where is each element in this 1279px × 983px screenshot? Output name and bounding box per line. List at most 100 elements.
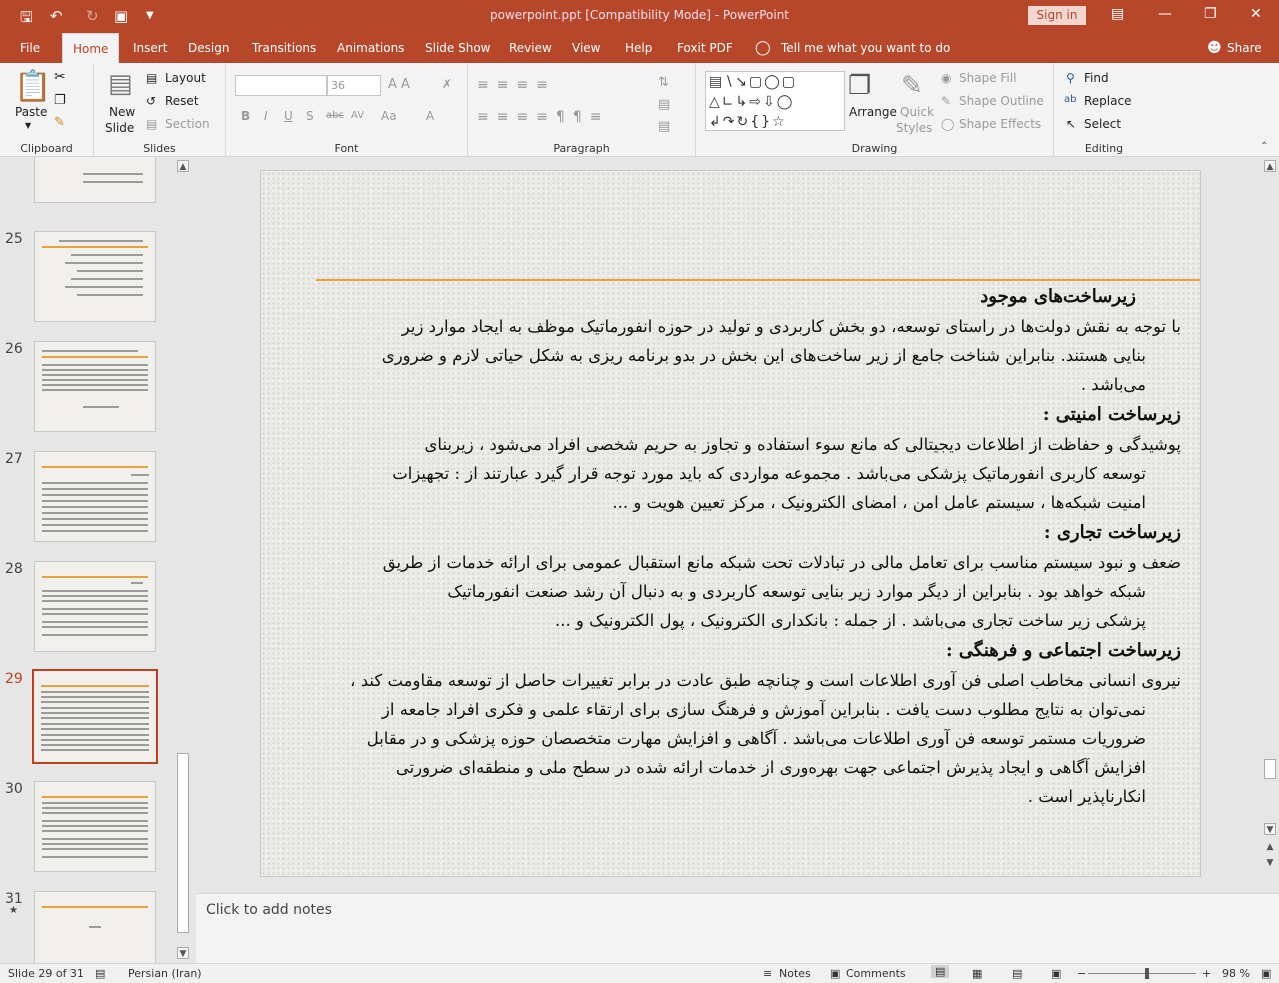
- zoom-slider[interactable]: [1088, 973, 1196, 974]
- new-slide-button-line2[interactable]: Slide: [105, 121, 134, 135]
- shape-fill-button[interactable]: Shape Fill: [959, 71, 1016, 85]
- notes-placeholder[interactable]: Click to add notes: [206, 902, 332, 918]
- reset-icon[interactable]: ↺: [146, 94, 156, 108]
- slide-thumbnail-selected[interactable]: [32, 669, 158, 764]
- tab-animations[interactable]: Animations: [337, 33, 404, 63]
- thumbnail-30[interactable]: 30: [0, 781, 175, 881]
- chevron-down-icon[interactable]: ▼: [25, 121, 31, 130]
- italic-icon[interactable]: I: [264, 109, 268, 123]
- font-color-icon[interactable]: A: [426, 109, 434, 123]
- paste-icon[interactable]: 📋: [14, 69, 51, 104]
- reset-button[interactable]: Reset: [165, 94, 199, 108]
- shape-outline-icon[interactable]: ✎: [941, 94, 951, 108]
- slide-canvas[interactable]: زیرساخت‌های موجود با توجه به نقش دولت‌ها…: [260, 170, 1201, 877]
- slide-thumbnail[interactable]: [34, 781, 156, 872]
- underline-icon[interactable]: U: [284, 109, 293, 123]
- slide-show-icon[interactable]: ▣: [1051, 967, 1061, 980]
- clear-format-icon[interactable]: ✗: [442, 77, 452, 91]
- strikethrough-icon[interactable]: abc: [326, 110, 344, 121]
- scroll-thumb[interactable]: [177, 753, 189, 933]
- comments-icon[interactable]: ▣: [830, 967, 840, 980]
- cut-icon[interactable]: ✂: [54, 69, 66, 85]
- section-button[interactable]: Section: [165, 117, 210, 131]
- notes-button[interactable]: Notes: [779, 967, 811, 980]
- layout-icon[interactable]: ▤: [146, 71, 157, 85]
- slide-scrollbar[interactable]: ▲ ▼ ▲ ▼: [1262, 157, 1279, 893]
- thumbnail-29[interactable]: 29: [0, 669, 175, 771]
- tab-design[interactable]: Design: [188, 33, 229, 63]
- find-button[interactable]: Find: [1084, 71, 1109, 85]
- select-button[interactable]: Select: [1084, 117, 1121, 131]
- quick-styles-button[interactable]: Quick: [900, 105, 934, 119]
- slide-thumbnail[interactable]: [34, 157, 156, 203]
- sign-in-button[interactable]: Sign in: [1028, 6, 1086, 25]
- slide-thumbnail[interactable]: [34, 341, 156, 432]
- new-slide-button[interactable]: New: [109, 105, 135, 119]
- char-spacing-icon[interactable]: AV: [351, 110, 364, 121]
- thumbnail-partial[interactable]: [0, 157, 175, 212]
- fit-to-window-icon[interactable]: ▣: [1261, 967, 1271, 980]
- text-direction-icon[interactable]: ⇅: [658, 75, 669, 90]
- tab-insert[interactable]: Insert: [133, 33, 167, 63]
- tab-home[interactable]: Home: [62, 33, 120, 63]
- shape-effects-icon[interactable]: ◯: [941, 117, 954, 131]
- bold-icon[interactable]: B: [241, 109, 250, 123]
- shape-fill-icon[interactable]: ◉: [941, 71, 951, 85]
- tab-review[interactable]: Review: [509, 33, 552, 63]
- shadow-icon[interactable]: S: [306, 109, 314, 123]
- close-icon[interactable]: ✕: [1250, 6, 1262, 22]
- section-icon[interactable]: ▤: [146, 117, 157, 131]
- tell-me-search[interactable]: Tell me what you want to do: [781, 33, 950, 63]
- share-button[interactable]: Share: [1227, 33, 1262, 63]
- comments-button[interactable]: Comments: [846, 967, 906, 980]
- replace-icon[interactable]: ab: [1064, 94, 1076, 105]
- redo-icon[interactable]: ↻: [86, 7, 99, 25]
- tab-foxit-pdf[interactable]: Foxit PDF: [677, 33, 733, 63]
- increase-font-icon[interactable]: A A: [388, 77, 410, 92]
- slide-thumbnail[interactable]: [34, 451, 156, 542]
- language-indicator[interactable]: Persian (Iran): [128, 967, 202, 980]
- paste-button[interactable]: Paste: [15, 105, 47, 119]
- undo-icon[interactable]: ↶: [50, 7, 63, 25]
- format-painter-icon[interactable]: ✎: [54, 115, 65, 130]
- zoom-slider-thumb[interactable]: [1145, 968, 1149, 979]
- slide-thumbnail[interactable]: [34, 561, 156, 652]
- quick-styles-button-line2[interactable]: Styles: [896, 121, 932, 135]
- tab-view[interactable]: View: [572, 33, 600, 63]
- shape-effects-button[interactable]: Shape Effects: [959, 117, 1041, 131]
- minimize-icon[interactable]: —: [1158, 6, 1172, 22]
- replace-button[interactable]: Replace: [1084, 94, 1131, 108]
- quick-styles-icon[interactable]: ✎: [901, 71, 923, 101]
- thumbnails-scrollbar[interactable]: ▲ ▼: [175, 157, 191, 963]
- shapes-gallery[interactable]: ▤∖↘▢◯▢ △∟↳⇨⇩◯ ↲↷↻{}☆: [705, 71, 845, 131]
- ribbon-display-icon[interactable]: ▤: [1111, 6, 1124, 22]
- save-icon[interactable]: 🖫: [20, 7, 33, 32]
- next-slide-icon[interactable]: ▼: [1264, 857, 1276, 869]
- thumbnail-27[interactable]: 27: [0, 451, 175, 551]
- zoom-in-icon[interactable]: +: [1202, 967, 1211, 980]
- spelling-icon[interactable]: ▤: [95, 967, 105, 980]
- find-icon[interactable]: ⚲: [1066, 71, 1075, 85]
- copy-icon[interactable]: ❐: [54, 93, 66, 108]
- slide-sorter-icon[interactable]: ▦: [972, 967, 982, 980]
- align-icon[interactable]: ≡≡≡≡¶¶≡: [477, 109, 609, 125]
- smartart-icon[interactable]: ▤: [658, 119, 670, 134]
- scroll-down-icon[interactable]: ▼: [177, 947, 189, 959]
- collapse-ribbon-icon[interactable]: ⌃: [1260, 141, 1268, 152]
- slide-thumbnail[interactable]: [34, 231, 156, 322]
- font-size-combo[interactable]: 36: [327, 75, 381, 96]
- customize-qat-icon[interactable]: ▼: [146, 10, 154, 21]
- restore-icon[interactable]: ❐: [1204, 6, 1217, 22]
- arrange-button[interactable]: Arrange: [849, 105, 897, 119]
- zoom-out-icon[interactable]: −: [1077, 967, 1086, 980]
- scroll-thumb[interactable]: [1264, 759, 1276, 779]
- tab-slide-show[interactable]: Slide Show: [425, 33, 490, 63]
- tab-file[interactable]: File: [20, 33, 40, 63]
- thumbnail-31[interactable]: 31 ★: [0, 891, 175, 963]
- font-name-combo[interactable]: [235, 75, 327, 96]
- notes-pane[interactable]: Click to add notes: [196, 893, 1279, 963]
- align-text-icon[interactable]: ▤: [658, 97, 670, 112]
- change-case-icon[interactable]: Aa: [381, 109, 397, 123]
- slide-body-text[interactable]: زیرساخت‌های موجود با توجه به نقش دولت‌ها…: [301, 281, 1181, 811]
- reading-view-icon[interactable]: ▤: [1012, 967, 1022, 980]
